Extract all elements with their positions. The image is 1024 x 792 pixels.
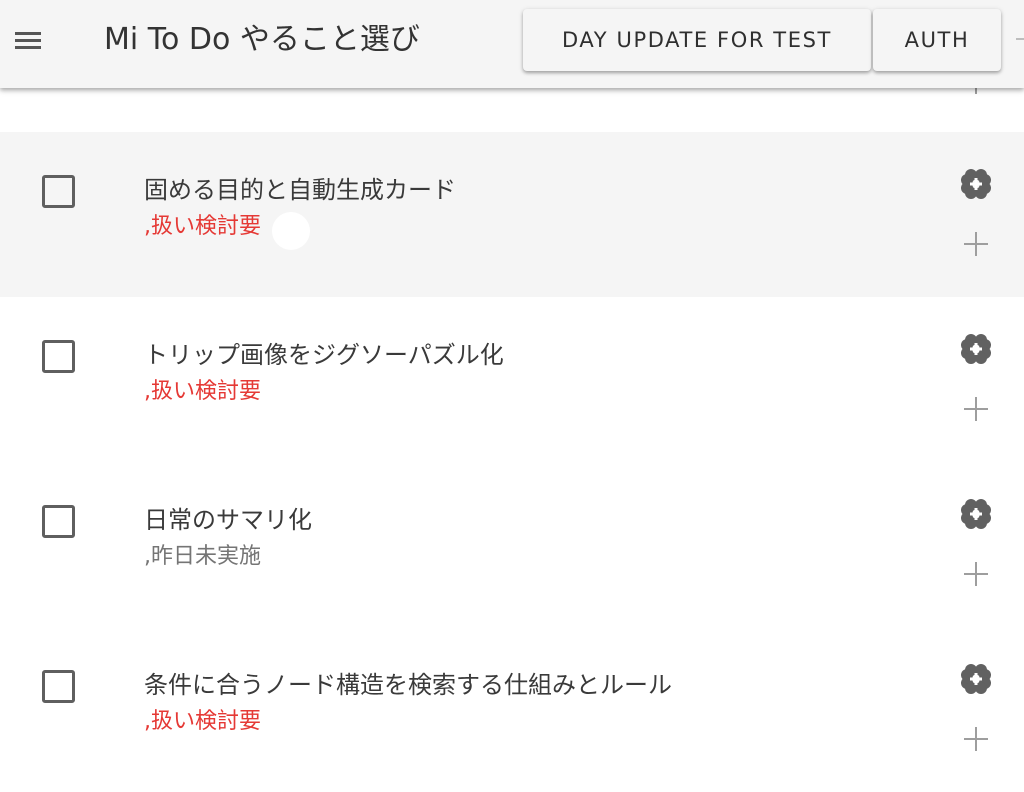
app-title: Mi To Do やること選び [104, 22, 420, 57]
hamburger-menu-icon [15, 32, 41, 49]
todo-status: ,扱い検討要 [144, 379, 261, 404]
todo-row[interactable]: 固める目的と自動生成カード ,扱い検討要 [0, 132, 1024, 297]
plus-icon [964, 562, 988, 586]
plus-icon [964, 232, 988, 256]
add-button[interactable] [960, 228, 992, 260]
todo-list: 固める目的と自動生成カード ,扱い検討要 トリップ画像をジグソーパズル化 ,扱い… [0, 132, 1024, 792]
clover-icon [961, 664, 991, 694]
clover-button[interactable] [956, 329, 996, 369]
clover-icon [961, 499, 991, 529]
todo-row[interactable]: 条件に合うノード構造を検索する仕組みとルール ,扱い検討要 [0, 627, 1024, 792]
menu-button[interactable] [8, 20, 48, 60]
auth-button[interactable]: AUTH [873, 9, 1001, 71]
ripple-effect [272, 212, 310, 250]
day-update-button[interactable]: DAY UPDATE FOR TEST [523, 9, 871, 71]
clover-icon [961, 169, 991, 199]
todo-title: 固める目的と自動生成カード [144, 176, 456, 204]
add-button[interactable] [960, 558, 992, 590]
todo-checkbox[interactable] [42, 175, 75, 208]
todo-checkbox[interactable] [42, 340, 75, 373]
app-bar: Mi To Do やること選び DAY UPDATE FOR TEST AUTH [0, 0, 1024, 88]
plus-icon [964, 397, 988, 421]
todo-status: ,昨日未実施 [144, 544, 261, 569]
clover-button[interactable] [956, 659, 996, 699]
todo-row[interactable]: トリップ画像をジグソーパズル化 ,扱い検討要 [0, 297, 1024, 462]
clover-button[interactable] [956, 164, 996, 204]
todo-status: ,扱い検討要 [144, 214, 261, 239]
todo-status: ,扱い検討要 [144, 709, 261, 734]
todo-title: 条件に合うノード構造を検索する仕組みとルール [144, 671, 672, 699]
todo-title: トリップ画像をジグソーパズル化 [144, 341, 504, 369]
todo-checkbox[interactable] [42, 505, 75, 538]
todo-title: 日常のサマリ化 [144, 506, 312, 534]
todo-checkbox[interactable] [42, 670, 75, 703]
add-button[interactable] [960, 723, 992, 755]
overflow-indicator [1016, 38, 1024, 40]
add-button[interactable] [960, 393, 992, 425]
plus-icon [964, 727, 988, 751]
clover-icon [961, 334, 991, 364]
todo-row[interactable]: 日常のサマリ化 ,昨日未実施 [0, 462, 1024, 627]
clover-button[interactable] [956, 494, 996, 534]
